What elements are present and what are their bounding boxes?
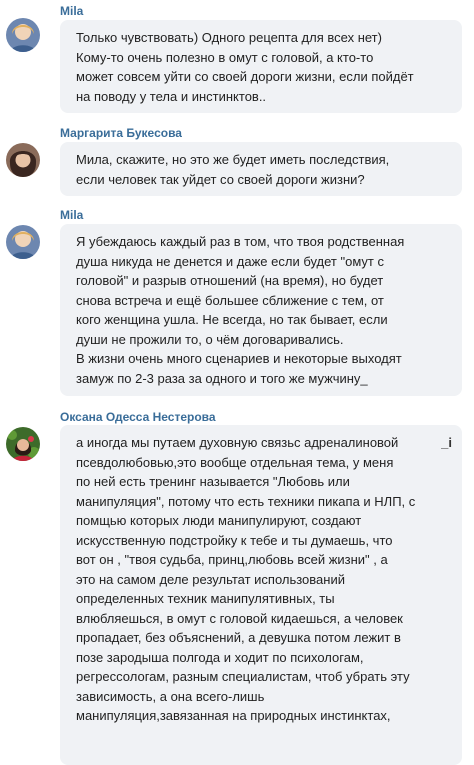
message-bubble: Мила, скажите, но это же будет иметь пос… bbox=[60, 142, 462, 196]
message-text: позе зародыша полгода и ходит по психоло… bbox=[76, 649, 364, 665]
message-text: может совсем уйти со своей дороги жизни,… bbox=[76, 69, 414, 84]
message-text: на поводу у тела и инстинктов.. bbox=[76, 88, 267, 104]
message-bubble: _i а иногда мы путаем духовную связьс ад… bbox=[60, 425, 462, 765]
message-text: Только чувствовать) Одного рецепта для в… bbox=[76, 30, 382, 45]
message-text: помщью которых люди манипулируют, создаю… bbox=[76, 513, 362, 528]
message-bubble: Только чувствовать) Одного рецепта для в… bbox=[60, 20, 462, 113]
message-author[interactable]: Маргарита Букесова bbox=[60, 126, 182, 140]
message-author[interactable]: Mila bbox=[60, 208, 83, 222]
message-text: манипуляция,завязанная на природных инст… bbox=[76, 708, 391, 723]
message-text: головой" и разрыв отношений (на время), … bbox=[76, 273, 384, 288]
message-text: вот он , "твоя судьба, принц,любовь всей… bbox=[76, 552, 388, 567]
message-text: кого женщина ушла. Не всегда, но так быв… bbox=[76, 312, 388, 327]
message-text: Мила, скажите, но это же будет иметь пос… bbox=[76, 152, 390, 167]
message-text: Я убеждаюсь каждый раз в том, что твоя р… bbox=[76, 234, 405, 249]
avatar[interactable] bbox=[6, 225, 40, 259]
message-text: снова встреча и ещё большее сближение с … bbox=[76, 292, 384, 308]
message-text: В жизни очень много сценариев и некоторы… bbox=[76, 351, 402, 366]
message-text: пропадает, без объяснений, а девушка пот… bbox=[76, 630, 401, 645]
message-text: искусственную подстройку к тебе и ты дум… bbox=[76, 532, 393, 548]
message-text: если человек так уйдет со своей дороги ж… bbox=[76, 171, 365, 187]
message-text: души не прожили то, о чём договаривались… bbox=[76, 331, 344, 347]
avatar[interactable] bbox=[6, 143, 40, 177]
message-text: регрессологам, разным специалистам, чтоб… bbox=[76, 669, 410, 684]
avatar[interactable] bbox=[6, 427, 40, 461]
message-author[interactable]: Mila bbox=[60, 4, 83, 18]
message-text: это на самом деле результат использовани… bbox=[76, 571, 345, 587]
message-text: определенных техник манипулятивных, ты bbox=[76, 591, 335, 606]
message-text: зависимость, а она всего-лишь bbox=[76, 688, 265, 704]
message-text: псевдолюбовью,это вообще отдельная тема,… bbox=[76, 454, 394, 470]
message-text: влюбляешься, в омут с головой кидаешься,… bbox=[76, 610, 403, 626]
message-text: а иногда мы путаем духовную связьс адрен… bbox=[76, 435, 399, 450]
message-text: по ней есть тренинг называется "Любовь и… bbox=[76, 474, 350, 489]
edit-mark[interactable]: _i bbox=[441, 433, 452, 453]
message-text: Кому-то очень полезно в омут с головой, … bbox=[76, 49, 374, 65]
message-author[interactable]: Оксана Одесса Нестерова bbox=[60, 410, 216, 424]
avatar[interactable] bbox=[6, 18, 40, 52]
message-text: манипуляция", потому что есть техники пи… bbox=[76, 493, 416, 509]
message-text: замуж по 2-3 раза за одного и того же му… bbox=[76, 370, 368, 386]
message-bubble: Я убеждаюсь каждый раз в том, что твоя р… bbox=[60, 224, 462, 396]
message-text: душа никуда не денется и даже если будет… bbox=[76, 253, 384, 269]
